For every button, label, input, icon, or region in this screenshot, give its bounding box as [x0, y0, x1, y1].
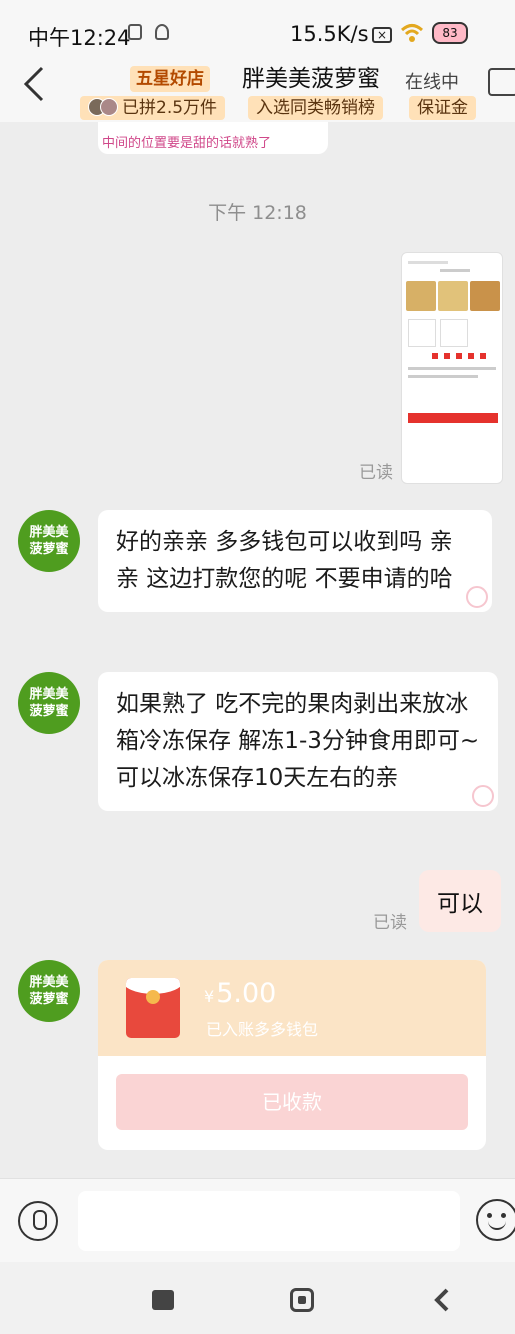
read-receipt: 已读: [373, 913, 407, 933]
previous-message-text: 中间的位置要是甜的话就熟了: [102, 136, 272, 151]
red-envelope-icon: [126, 978, 180, 1038]
shot-thumbnail: [406, 281, 436, 311]
shot-text-line: [408, 375, 478, 378]
notification-icon: [128, 24, 142, 40]
back-icon[interactable]: [20, 66, 50, 102]
shot-status-line: [408, 261, 448, 264]
my-message-bubble[interactable]: 可以: [419, 870, 501, 932]
sales-tag: 已拼2.5万件: [80, 96, 226, 120]
menu-nav-icon[interactable]: [152, 1290, 174, 1310]
buyer-avatars: [88, 98, 120, 116]
screenshot-image-message[interactable]: [401, 252, 503, 484]
previous-message-bubble: 中间的位置要是甜的话就熟了: [98, 122, 328, 154]
red-packet-subtitle: 已入账多多钱包: [206, 1020, 319, 1039]
seller-avatar[interactable]: 胖美美菠萝蜜: [18, 960, 80, 1022]
system-nav-bar: [0, 1262, 515, 1334]
message-input[interactable]: [78, 1191, 460, 1251]
bestseller-tag: 入选同类畅销榜: [248, 96, 383, 120]
shot-thumbnail: [438, 281, 468, 311]
shot-submit-bar: [408, 413, 498, 423]
red-packet-card[interactable]: ¥5.00 已入账多多钱包 已收款: [98, 960, 486, 1150]
shot-photo-box: [408, 319, 436, 347]
emoji-icon[interactable]: [476, 1199, 515, 1241]
shot-rating-stars: [432, 353, 492, 359]
shot-thumbnail: [470, 281, 500, 311]
store-icon[interactable]: [488, 68, 515, 96]
collected-button[interactable]: 已收款: [116, 1074, 468, 1130]
shot-video-box: [440, 319, 468, 347]
shop-name[interactable]: 胖美美菠萝蜜: [242, 62, 380, 96]
chat-header: 五星好店 胖美美菠萝蜜 在线中 已拼2.5万件 入选同类畅销榜 保证金: [0, 62, 515, 122]
presence-status: 在线中: [405, 72, 459, 93]
chat-area[interactable]: 中间的位置要是甜的话就熟了 下午 12:18 已读 胖美美菠萝蜜 好的亲亲 多多…: [0, 122, 515, 1178]
home-nav-icon[interactable]: [290, 1288, 314, 1312]
five-star-store-badge: 五星好店: [130, 66, 210, 92]
pdd-stamp-icon: [466, 586, 488, 608]
seller-message-text: 如果熟了 吃不完的果肉剥出来放冰箱冷冻保存 解冻1-3分钟食用即可~ 可以冰冻保…: [116, 691, 480, 791]
seller-message-text: 好的亲亲 多多钱包可以收到吗 亲亲 这边打款您的呢 不要申请的哈: [116, 529, 453, 592]
red-packet-amount: ¥5.00: [204, 978, 277, 1009]
seller-avatar[interactable]: 胖美美菠萝蜜: [18, 672, 80, 734]
seller-message-bubble[interactable]: 如果熟了 吃不完的果肉剥出来放冰箱冷冻保存 解冻1-3分钟食用即可~ 可以冰冻保…: [98, 672, 498, 811]
seller-avatar[interactable]: 胖美美菠萝蜜: [18, 510, 80, 572]
shot-text-line: [408, 367, 496, 370]
status-time: 中午12:24: [28, 26, 131, 50]
input-bar: [0, 1178, 515, 1262]
status-bar: 中午12:24 15.5K/s × 83: [0, 0, 515, 62]
network-speed: 15.5K/s: [290, 22, 369, 46]
no-sim-icon: ×: [372, 27, 392, 43]
deposit-tag: 保证金: [409, 96, 476, 120]
voice-input-icon[interactable]: [18, 1201, 58, 1241]
read-receipt: 已读: [359, 463, 393, 483]
seller-message-bubble[interactable]: 好的亲亲 多多钱包可以收到吗 亲亲 这边打款您的呢 不要申请的哈: [98, 510, 492, 612]
shot-title-line: [440, 269, 470, 272]
time-separator: 下午 12:18: [208, 202, 307, 224]
app-notification-icon: [155, 24, 169, 40]
my-message-text: 可以: [437, 891, 483, 917]
back-nav-icon[interactable]: [434, 1288, 450, 1312]
battery-indicator: 83: [432, 22, 468, 44]
pdd-stamp-icon: [472, 785, 494, 807]
red-packet-header: ¥5.00 已入账多多钱包: [98, 960, 486, 1056]
wifi-icon: [400, 24, 424, 42]
